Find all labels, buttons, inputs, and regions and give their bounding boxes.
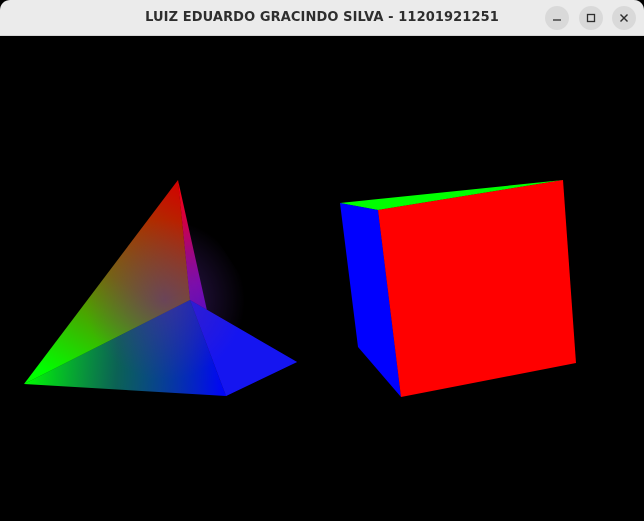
close-button[interactable] — [612, 6, 636, 30]
minimize-button[interactable] — [545, 6, 569, 30]
maximize-button[interactable] — [579, 6, 603, 30]
app-window: LUIZ EDUARDO GRACINDO SILVA - 1120192125… — [0, 0, 644, 517]
minimize-icon — [553, 19, 561, 21]
pyramid-shade — [24, 180, 297, 396]
title-bar[interactable]: LUIZ EDUARDO GRACINDO SILVA - 1120192125… — [0, 0, 644, 36]
scene-svg — [24, 180, 576, 397]
maximize-icon — [586, 13, 596, 23]
cube-face-front — [378, 180, 576, 397]
render-canvas[interactable] — [0, 36, 644, 517]
cube-mesh — [340, 180, 576, 397]
close-icon — [620, 14, 628, 22]
pyramid-mesh — [24, 180, 297, 396]
